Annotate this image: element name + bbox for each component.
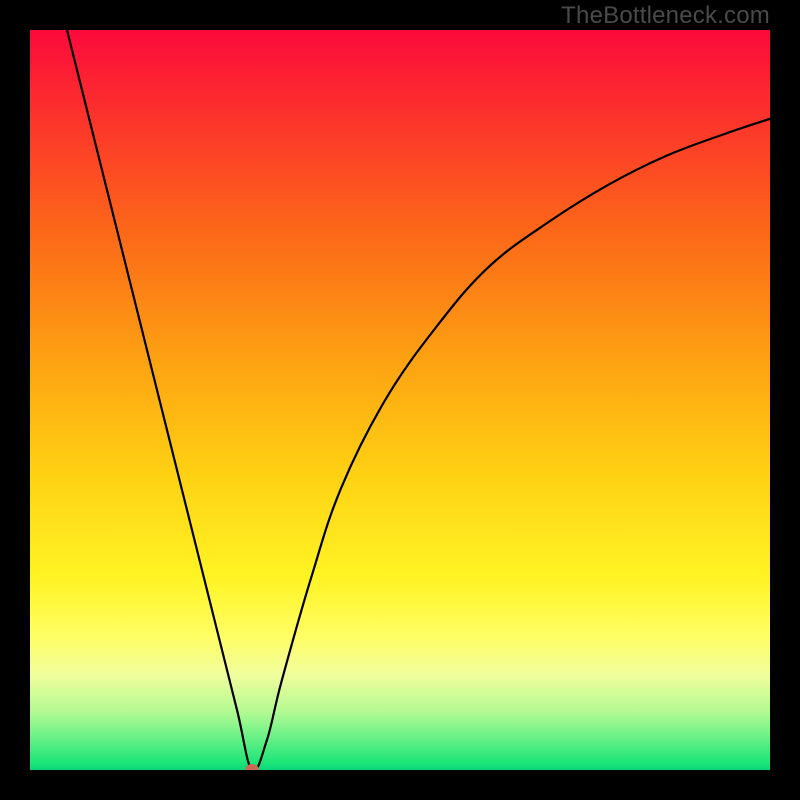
curve-svg: [30, 30, 770, 770]
plot-area: [30, 30, 770, 770]
chart-frame: TheBottleneck.com: [0, 0, 800, 800]
watermark-text: TheBottleneck.com: [561, 2, 770, 30]
bottleneck-curve: [67, 30, 770, 770]
optimal-point-marker: [245, 764, 259, 770]
